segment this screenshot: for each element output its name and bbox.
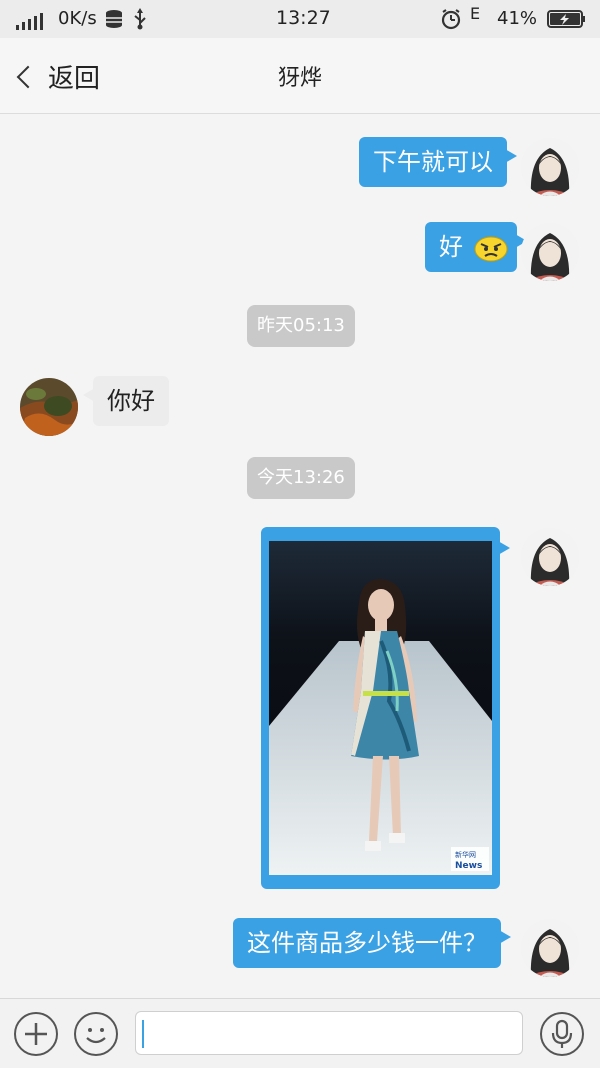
watermark-text-2: News [455,861,482,871]
timestamp-chip: 昨天05:13 [247,305,355,347]
database-icon [106,10,122,28]
network-speed: 0K/s [58,8,97,29]
emoji-button[interactable] [74,1012,118,1056]
angry-emoji-icon [474,236,508,262]
clock: 13:27 [276,7,331,29]
message-input[interactable] [135,1011,523,1055]
page-title: 犽烨 [277,66,322,91]
message-bubble-sent[interactable]: 下午就可以 [359,137,517,187]
watermark-text: 新华网 [455,850,476,859]
smiley-icon [86,1028,106,1044]
contact-avatar[interactable] [20,378,78,436]
microphone-icon [551,1019,573,1048]
message-bubble-received[interactable]: 你好 [83,376,169,426]
battery-icon [547,10,585,28]
message-text: 你好 [107,387,155,415]
input-bar [0,998,600,1068]
avatar[interactable] [521,138,579,196]
avatar[interactable] [521,223,579,281]
message-bubble-sent[interactable]: 好 [425,222,527,272]
avatar[interactable] [521,528,579,586]
plus-button[interactable] [14,1012,58,1056]
voice-button[interactable] [540,1012,584,1056]
timestamp-chip: 今天13:26 [247,457,355,499]
usb-icon [134,8,146,30]
runway-photo[interactable]: 新华网 News [269,541,492,875]
message-text: 好 [439,233,463,261]
image-message-bubble[interactable]: 新华网 News [261,527,510,889]
alarm-icon [441,9,461,30]
signal-icon [16,13,43,30]
battery-percent: 41% [497,8,538,29]
text-cursor [142,1020,144,1048]
chat-header: 返回 犽烨 [0,38,600,114]
network-type: E [470,4,481,23]
status-bar: 0K/s 13:27 E 41% [0,0,600,38]
plus-icon [25,1023,47,1045]
message-text: 这件商品多少钱一件？ [247,929,487,957]
avatar[interactable] [521,919,579,977]
message-bubble-sent[interactable]: 这件商品多少钱一件？ [233,918,511,968]
message-text: 下午就可以 [373,148,493,176]
